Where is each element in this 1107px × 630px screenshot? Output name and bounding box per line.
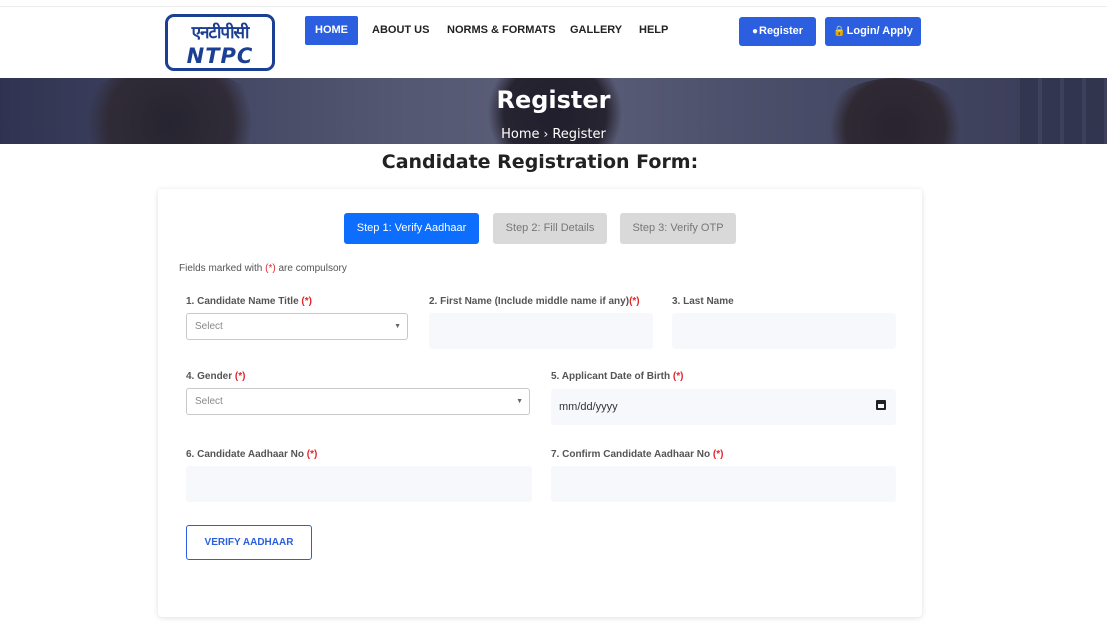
name-title-label-text: 1. Candidate Name Title bbox=[186, 296, 302, 307]
required-mark: (*) bbox=[629, 296, 640, 307]
nav-help[interactable]: HELP bbox=[639, 16, 668, 45]
aadhaar-label: 6. Candidate Aadhaar No (*) bbox=[186, 449, 317, 460]
nav-gallery[interactable]: GALLERY bbox=[570, 16, 622, 45]
nav-norms-formats[interactable]: NORMS & FORMATS bbox=[447, 16, 556, 45]
caret-down-icon: ▼ bbox=[516, 398, 523, 405]
calendar-icon[interactable] bbox=[876, 400, 886, 410]
register-button-label: Register bbox=[759, 25, 804, 37]
step-verify-otp[interactable]: Step 3: Verify OTP bbox=[620, 213, 736, 244]
gender-select[interactable]: Select ▼ bbox=[186, 388, 530, 415]
required-mark: (*) bbox=[306, 449, 318, 460]
user-icon: ● bbox=[751, 26, 758, 37]
first-name-label: 2. First Name (Include middle name if an… bbox=[429, 296, 640, 307]
browser-topline bbox=[0, 0, 1107, 7]
confirm-aadhaar-label: 7. Confirm Candidate Aadhaar No (*) bbox=[551, 449, 723, 460]
gender-select-value: Select bbox=[195, 396, 223, 407]
step-fill-details[interactable]: Step 2: Fill Details bbox=[493, 213, 607, 244]
required-mark: (*) bbox=[712, 449, 724, 460]
dob-placeholder: mm/dd/yyyy bbox=[559, 401, 618, 413]
dob-date-input[interactable]: mm/dd/yyyy bbox=[551, 389, 896, 425]
required-mark: (*) bbox=[234, 371, 246, 382]
step-verify-aadhaar[interactable]: Step 1: Verify Aadhaar bbox=[344, 213, 479, 244]
note-prefix: Fields marked with bbox=[179, 263, 266, 274]
breadcrumb-home[interactable]: Home bbox=[501, 127, 539, 142]
required-mark: (*) bbox=[301, 296, 312, 307]
dob-label-text: 5. Applicant Date of Birth bbox=[551, 371, 673, 382]
breadcrumb: Home › Register bbox=[0, 127, 1107, 142]
verify-aadhaar-button[interactable]: VERIFY AADHAAR bbox=[186, 525, 312, 560]
gender-label-text: 4. Gender bbox=[186, 371, 235, 382]
ntpc-logo[interactable]: एनटीपीसी NTPC bbox=[165, 14, 275, 71]
confirm-aadhaar-input[interactable] bbox=[551, 466, 896, 502]
nav-home[interactable]: HOME bbox=[305, 16, 358, 45]
name-title-select-value: Select bbox=[195, 321, 223, 332]
logo-hindi-text: एनटीपीसी bbox=[191, 23, 250, 43]
gender-label: 4. Gender (*) bbox=[186, 371, 245, 382]
registration-form-card: Step 1: Verify Aadhaar Step 2: Fill Deta… bbox=[158, 189, 922, 617]
nav-about-us[interactable]: ABOUT US bbox=[372, 16, 429, 45]
name-title-label: 1. Candidate Name Title (*) bbox=[186, 296, 312, 307]
note-required-mark: (*) bbox=[265, 263, 276, 274]
login-apply-button[interactable]: 🔒Login/ Apply bbox=[825, 17, 921, 46]
required-mark: (*) bbox=[672, 371, 684, 382]
site-header: एनटीपीसी NTPC HOME ABOUT US NORMS & FORM… bbox=[0, 7, 1107, 78]
breadcrumb-current: Register bbox=[552, 127, 606, 142]
name-title-select[interactable]: Select ▼ bbox=[186, 313, 408, 340]
first-name-input[interactable] bbox=[429, 313, 653, 349]
page-title: Register bbox=[496, 86, 611, 114]
form-title: Candidate Registration Form: bbox=[381, 151, 699, 173]
last-name-label: 3. Last Name bbox=[672, 296, 734, 307]
logo-text: NTPC bbox=[186, 44, 254, 68]
aadhaar-label-text: 6. Candidate Aadhaar No bbox=[186, 449, 307, 460]
caret-down-icon: ▼ bbox=[394, 323, 401, 330]
confirm-aadhaar-label-text: 7. Confirm Candidate Aadhaar No bbox=[551, 449, 713, 460]
required-fields-note: Fields marked with (*) are compulsory bbox=[179, 263, 347, 274]
note-suffix: are compulsory bbox=[275, 263, 347, 274]
aadhaar-input[interactable] bbox=[186, 466, 532, 502]
first-name-label-text: 2. First Name (Include middle name if an… bbox=[429, 296, 630, 307]
dob-label: 5. Applicant Date of Birth (*) bbox=[551, 371, 683, 382]
page-banner: Register Home › Register bbox=[0, 78, 1107, 144]
login-button-label: Login/ Apply bbox=[846, 25, 913, 37]
chevron-right-icon: › bbox=[543, 127, 549, 141]
last-name-input[interactable] bbox=[672, 313, 896, 349]
register-button[interactable]: ●Register bbox=[739, 17, 816, 46]
lock-icon: 🔒 bbox=[833, 26, 846, 37]
